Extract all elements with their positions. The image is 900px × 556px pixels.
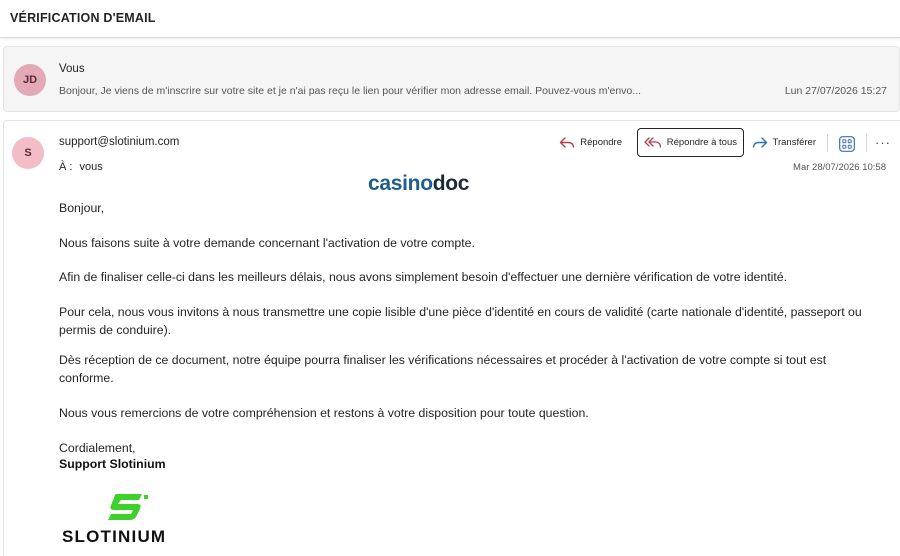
forward-label: Transférer xyxy=(772,137,816,148)
body-paragraph: Nous faisons suite à votre demande conce… xyxy=(59,236,475,250)
casinodoc-logo: casinodoc xyxy=(368,172,470,195)
body-paragraph: Nous vous remercions de votre compréhens… xyxy=(59,406,589,420)
avatar: JD xyxy=(14,64,46,96)
preview-sender: Vous xyxy=(59,63,85,75)
preview-date: Lun 27/07/2026 15:27 xyxy=(784,85,887,97)
message-preview-card[interactable]: JD Vous Bonjour, Je viens de m'inscrire … xyxy=(3,46,900,112)
body-paragraph: Afin de finaliser celle-ci dans les meil… xyxy=(59,270,788,284)
to-recipient[interactable]: vous xyxy=(80,161,103,173)
reply-label: Répondre xyxy=(580,137,622,148)
message-recipients: À : vous xyxy=(59,161,103,173)
reply-button[interactable]: Répondre xyxy=(553,128,628,157)
toolbar-divider xyxy=(827,134,828,152)
reply-all-label: Répondre à tous xyxy=(666,137,737,148)
avatar: S xyxy=(12,137,44,169)
forward-button[interactable]: Transférer xyxy=(746,128,822,157)
apps-icon xyxy=(839,135,855,152)
signature: Support Slotinium xyxy=(59,457,166,471)
apps-button[interactable] xyxy=(834,129,860,158)
reply-all-icon xyxy=(644,136,662,149)
body-paragraph: Pour cela, nous vous invitons à nous tra… xyxy=(59,305,862,337)
conversation-header: VÉRIFICATION D'EMAIL xyxy=(0,0,900,38)
toolbar-divider xyxy=(866,134,867,152)
to-label: À : xyxy=(59,161,73,173)
body-paragraph: Dès réception de ce document, notre équi… xyxy=(59,353,827,385)
message-date: Mar 28/07/2026 10:58 xyxy=(793,162,886,173)
message-sender[interactable]: support@slotinium.com xyxy=(59,136,179,148)
reply-all-button[interactable]: Répondre à tous xyxy=(636,128,744,157)
more-icon[interactable]: ··· xyxy=(872,128,894,157)
message-card: S support@slotinium.com À : vous Mar 28/… xyxy=(3,120,900,556)
conversation-subject: VÉRIFICATION D'EMAIL xyxy=(10,11,156,25)
slotinium-logo-mark xyxy=(104,491,150,528)
reply-icon xyxy=(559,136,575,149)
preview-snippet: Bonjour, Je viens de m'inscrire sur votr… xyxy=(59,85,642,97)
forward-icon xyxy=(752,136,768,149)
closing: Cordialement, xyxy=(59,441,136,455)
greeting: Bonjour, xyxy=(59,201,105,215)
slotinium-logo-text: SLOTINIUM xyxy=(62,527,167,546)
